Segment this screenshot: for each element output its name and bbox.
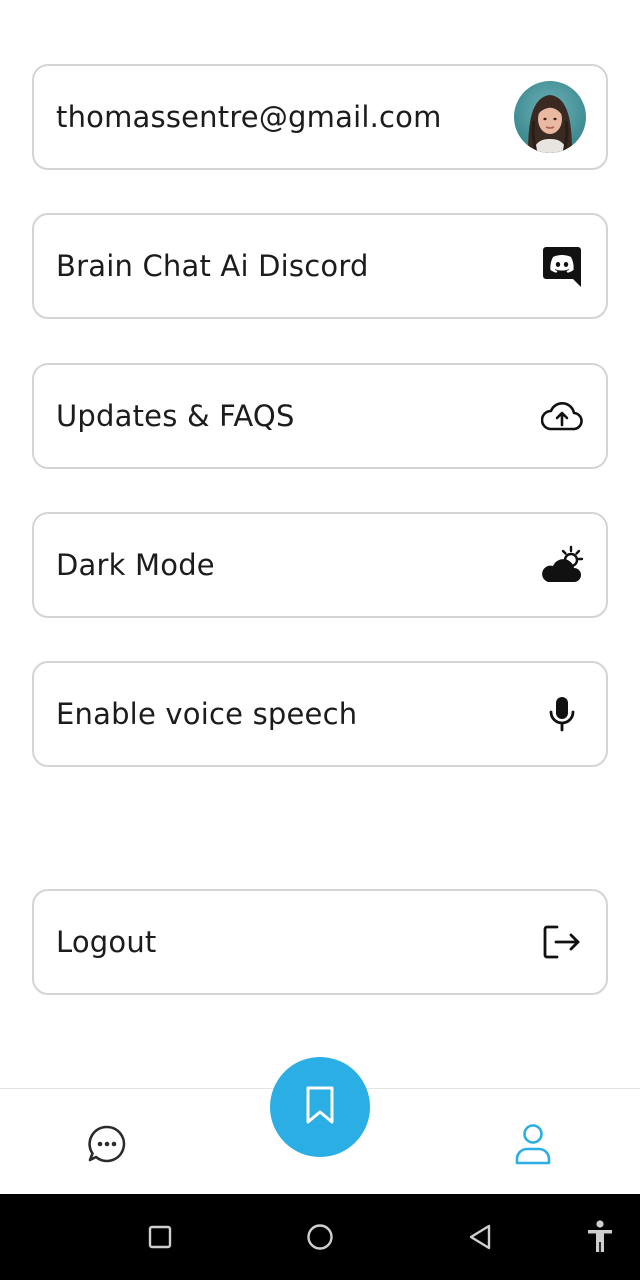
- voice-speech-label: Enable voice speech: [56, 697, 358, 731]
- cloud-upload-icon: [540, 394, 584, 438]
- settings-screen: thomassentre@gmail.com Brain Chat Ai Dis…: [0, 0, 640, 1280]
- bookmark-button[interactable]: [270, 1057, 370, 1157]
- updates-faqs-label: Updates & FAQS: [56, 399, 295, 433]
- updates-faqs-card[interactable]: Updates & FAQS: [32, 363, 608, 469]
- back-icon[interactable]: [464, 1221, 496, 1253]
- discord-icon: [540, 244, 584, 288]
- logout-label: Logout: [56, 925, 157, 959]
- voice-speech-card[interactable]: Enable voice speech: [32, 661, 608, 767]
- account-card[interactable]: thomassentre@gmail.com: [32, 64, 608, 170]
- cloud-sun-icon[interactable]: [540, 543, 584, 587]
- accessibility-icon[interactable]: [584, 1220, 616, 1254]
- avatar[interactable]: [514, 81, 586, 153]
- chat-bubble-icon[interactable]: [84, 1121, 130, 1167]
- recents-icon[interactable]: [146, 1223, 174, 1251]
- logout-card[interactable]: Logout: [32, 889, 608, 995]
- dark-mode-label: Dark Mode: [56, 548, 215, 582]
- discord-label: Brain Chat Ai Discord: [56, 249, 369, 283]
- profile-icon[interactable]: [510, 1121, 556, 1167]
- home-icon[interactable]: [304, 1221, 336, 1253]
- dark-mode-card[interactable]: Dark Mode: [32, 512, 608, 618]
- discord-card[interactable]: Brain Chat Ai Discord: [32, 213, 608, 319]
- microphone-icon[interactable]: [540, 692, 584, 736]
- logout-icon[interactable]: [540, 920, 584, 964]
- account-email: thomassentre@gmail.com: [56, 100, 442, 134]
- system-navigation-bar: [0, 1194, 640, 1280]
- bookmark-icon: [305, 1085, 335, 1129]
